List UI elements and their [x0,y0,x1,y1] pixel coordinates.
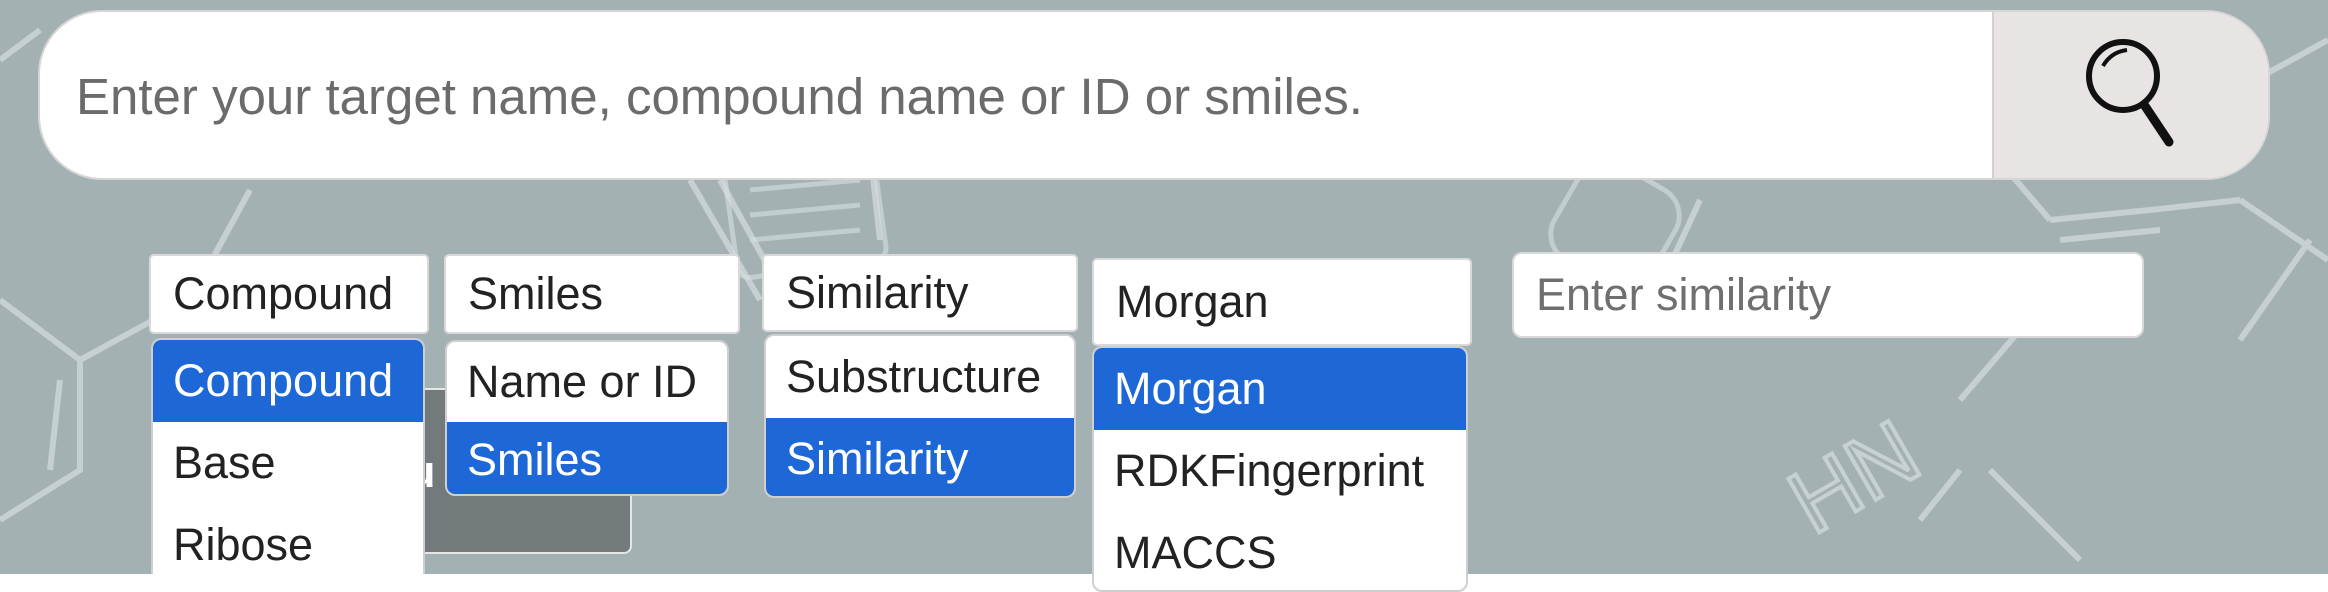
input-format-select[interactable]: Smiles [444,254,740,334]
type-select-value: Compound [173,268,394,319]
fingerprint-option-maccs[interactable]: MACCS [1094,512,1466,590]
svg-text:HN: HN [1773,402,1936,554]
input-format-dropdown: Name or ID Smiles [445,340,729,496]
input-format-option-smiles[interactable]: Smiles [447,422,727,494]
type-option-compound[interactable]: Compound [153,340,423,422]
fingerprint-dropdown: Morgan RDKFingerprint MACCS [1092,346,1468,592]
fingerprint-select-value: Morgan [1116,276,1269,327]
fingerprint-option-rdkfingerprint[interactable]: RDKFingerprint [1094,430,1466,512]
search-mode-select[interactable]: Similarity [762,254,1078,332]
search-mode-option-similarity[interactable]: Similarity [766,418,1074,496]
search-input[interactable] [74,12,1998,178]
type-select[interactable]: Compound [149,254,429,334]
type-option-base[interactable]: Base [153,422,423,504]
search-mode-dropdown: Substructure Similarity [764,334,1076,498]
fingerprint-option-morgan[interactable]: Morgan [1094,348,1466,430]
search-bar [38,10,2270,180]
type-option-ribose[interactable]: Ribose [153,504,423,574]
search-mode-select-value: Similarity [786,267,969,318]
similarity-input[interactable] [1512,252,2144,338]
search-icon [2086,39,2174,147]
input-format-select-value: Smiles [468,268,604,319]
search-mode-option-substructure[interactable]: Substructure [766,336,1074,418]
type-dropdown: Compound Base Ribose [151,338,425,574]
fingerprint-select[interactable]: Morgan [1092,258,1472,346]
search-button[interactable] [1992,12,2268,178]
input-format-option-name-or-id[interactable]: Name or ID [447,342,727,422]
